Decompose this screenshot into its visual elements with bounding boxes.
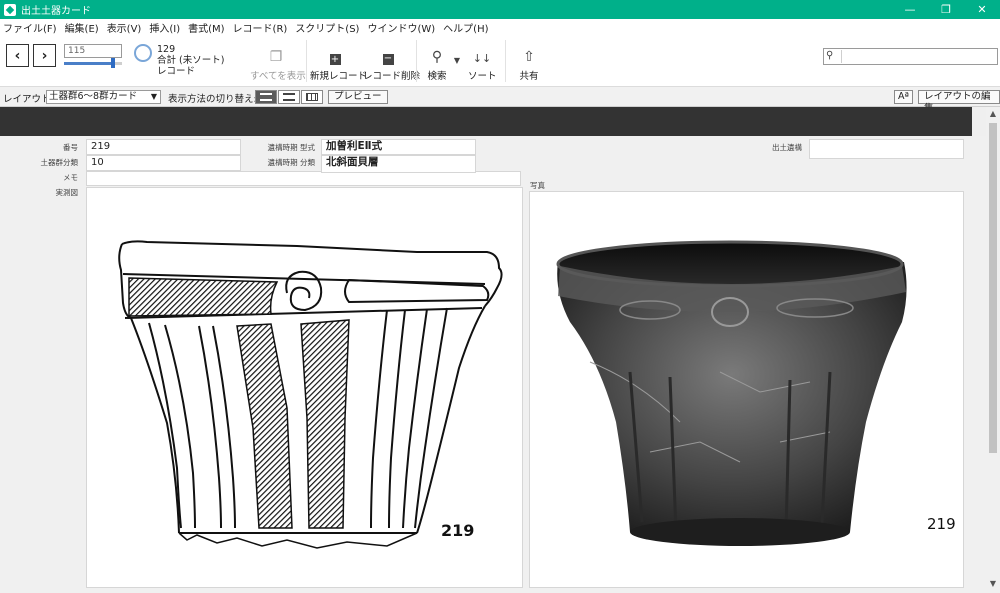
record-slider[interactable] [64, 58, 122, 68]
record-form: 番号 土器群分類 メモ 実測図 219 10 遺構時期 型式 遺構時期 分類 加… [0, 136, 986, 593]
layout-select[interactable]: 土器群6～8群カード ▼ [46, 90, 161, 104]
number-field[interactable]: 219 [86, 139, 241, 155]
layout-bar: レイアウト: 土器群6～8群カード ▼ 表示方法の切り替え: プレビュー Aª … [0, 87, 1000, 114]
menu-edit[interactable]: 編集(E) [65, 20, 99, 35]
toolbar-separator [306, 40, 307, 82]
show-all-label: すべてを表示 [250, 71, 306, 82]
site-field[interactable] [809, 139, 964, 159]
record-pie-icon [134, 44, 152, 62]
menu-format[interactable]: 書式(M) [188, 20, 224, 35]
magnifier-icon: ⚲ [431, 49, 443, 65]
record-label: レコード [157, 66, 196, 77]
pottery-photo [556, 240, 907, 546]
chevron-right-icon: › [41, 47, 48, 64]
plus-icon: + [329, 54, 341, 65]
site-label: 出土遺構 [772, 143, 802, 152]
toolbar-separator [505, 40, 506, 82]
edit-layout-button[interactable]: レイアウトの編集 [918, 90, 1000, 114]
new-record-button[interactable]: + 新規レコード [310, 43, 368, 82]
slider-thumb[interactable] [111, 58, 116, 68]
status-toolbar: ‹ › 115 129 合計 (未ソート) レコード ❐ すべてを表示 + 新規… [0, 36, 1000, 87]
delete-record-button[interactable]: − レコード削除 [363, 43, 421, 83]
find-dropdown[interactable]: ▼ [451, 43, 463, 65]
title-bar: 出土土器カード — ❐ ✕ [0, 0, 1000, 19]
memo-field[interactable] [86, 171, 521, 186]
scroll-thumb[interactable] [989, 123, 997, 453]
record-number-input[interactable]: 115 [64, 44, 122, 58]
record-total: 129 [157, 44, 176, 55]
menu-bar: ファイル(F) 編集(E) 表示(V) 挿入(I) 書式(M) レコード(R) … [0, 19, 1000, 36]
menu-insert[interactable]: 挿入(I) [149, 20, 180, 35]
photo-caption: 219 [927, 515, 956, 533]
memo-label: メモ [63, 173, 78, 182]
record-summary: 合計 (未ソート) [157, 55, 225, 66]
app-icon [4, 3, 16, 16]
period-type-label: 遺構時期 型式 [267, 143, 315, 152]
photo-container[interactable]: 219 [529, 191, 964, 588]
menu-file[interactable]: ファイル(F) [3, 20, 57, 35]
group-label: 土器群分類 [40, 158, 79, 167]
maximize-button[interactable]: ❐ [928, 0, 964, 19]
quick-find-input[interactable]: ⚲ [823, 48, 998, 65]
slider-fill [64, 62, 114, 65]
show-all-icon: ❐ [269, 49, 283, 65]
sort-button[interactable]: ↓↓ ソート [468, 43, 497, 82]
number-label: 番号 [63, 143, 78, 152]
previous-record-button[interactable]: ‹ [6, 44, 29, 67]
chevron-down-icon: ▼ [150, 92, 157, 101]
scroll-up-icon[interactable]: ▲ [986, 109, 1000, 121]
find-button[interactable]: ⚲ 検索 [423, 43, 451, 82]
group-field[interactable]: 10 [86, 155, 241, 171]
list-view-button[interactable] [278, 90, 300, 104]
text-format-button[interactable]: Aª [894, 90, 913, 104]
table-view-icon [306, 93, 318, 101]
preview-button[interactable]: プレビュー [328, 90, 388, 104]
menu-help[interactable]: ヘルプ(H) [443, 20, 488, 35]
close-button[interactable]: ✕ [964, 0, 1000, 19]
drawing-container[interactable]: 219 [86, 187, 523, 588]
show-all-button[interactable]: ❐ すべてを表示 [250, 43, 306, 82]
record-info: 129 合計 (未ソート) レコード [157, 44, 224, 77]
form-view-icon [260, 93, 272, 101]
share-icon: ⇧ [523, 49, 535, 65]
vertical-scrollbar[interactable]: ▲ ▼ [986, 107, 1000, 593]
minimize-button[interactable]: — [892, 0, 928, 19]
menu-scripts[interactable]: スクリプト(S) [295, 20, 359, 35]
search-icon: ⚲ [826, 50, 842, 63]
drawing-caption: 219 [441, 521, 475, 540]
photo-label: 写真 [530, 181, 545, 190]
layout-select-value: 土器群6～8群カード [49, 91, 138, 102]
toolbar-separator [416, 40, 417, 82]
form-view-button[interactable] [255, 90, 277, 104]
period-class-field[interactable]: 北斜面貝層 [321, 155, 476, 173]
share-button[interactable]: ⇧ 共有 [515, 43, 543, 82]
view-as-label: 表示方法の切り替え: [168, 94, 257, 105]
menu-window[interactable]: ウインドウ(W) [367, 20, 435, 35]
scroll-down-icon[interactable]: ▼ [986, 579, 1000, 591]
sort-icon: ↓↓ [472, 52, 492, 65]
table-view-button[interactable] [301, 90, 323, 104]
dropdown-triangle-icon: ▼ [453, 56, 461, 65]
window-title: 出土土器カード [21, 6, 91, 17]
minus-icon: − [382, 53, 394, 65]
find-label: 検索 [427, 71, 447, 82]
layout-header [0, 107, 972, 136]
drawing-label: 実測図 [55, 188, 79, 197]
chevron-left-icon: ‹ [14, 47, 21, 64]
period-type-field[interactable]: 加曽利EⅡ式 [321, 139, 476, 155]
sort-label: ソート [468, 71, 497, 82]
menu-view[interactable]: 表示(V) [107, 20, 142, 35]
delete-record-label: レコード削除 [363, 71, 421, 82]
period-class-label: 遺構時期 分類 [267, 158, 315, 167]
list-view-icon [283, 93, 295, 101]
next-record-button[interactable]: › [33, 44, 56, 67]
share-label: 共有 [519, 71, 539, 82]
new-record-label: 新規レコード [310, 71, 368, 82]
menu-records[interactable]: レコード(R) [233, 20, 288, 35]
